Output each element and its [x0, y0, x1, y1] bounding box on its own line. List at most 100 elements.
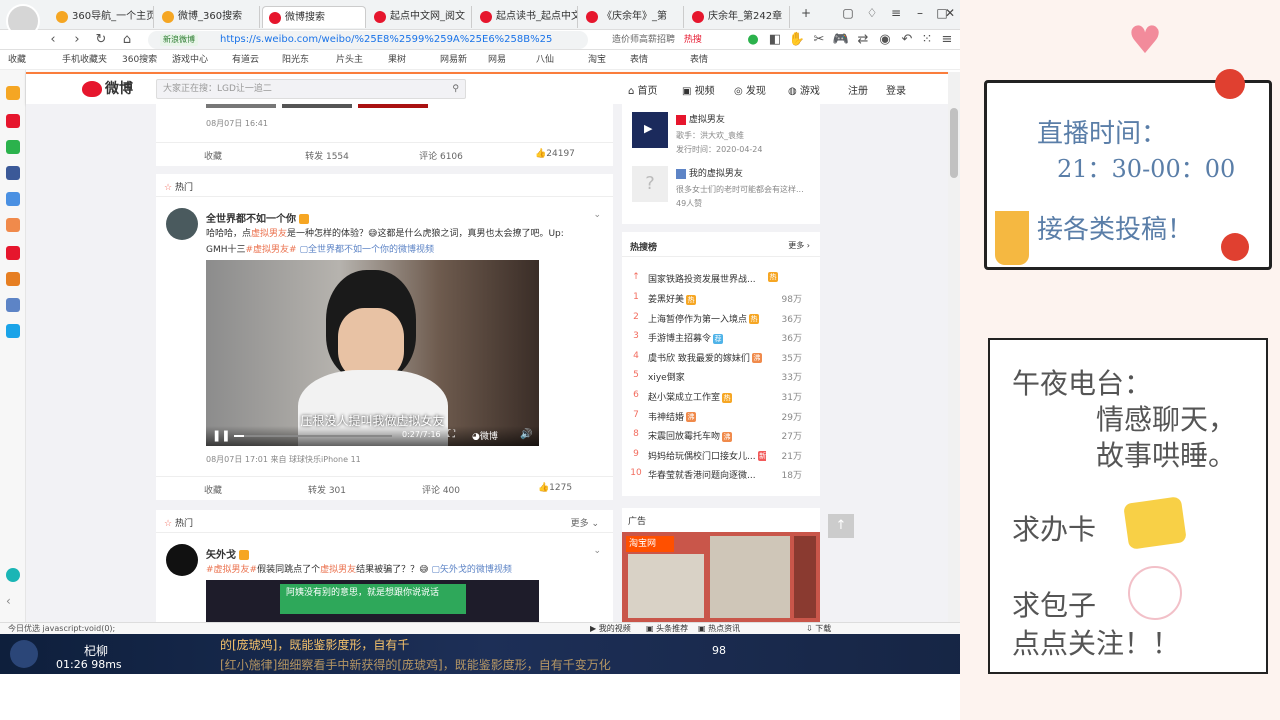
app-icon[interactable] — [6, 218, 20, 232]
collapse-icon[interactable]: ‹ — [6, 594, 20, 608]
comment-button[interactable]: 评论 6106 — [384, 149, 498, 162]
minimize-icon[interactable]: – — [910, 6, 930, 22]
tab-qidian[interactable]: 起点中文网_阅文 — [368, 6, 472, 28]
weibo-icon[interactable] — [6, 114, 20, 128]
reload-icon[interactable]: ↻ — [92, 32, 110, 48]
weibo-search-input[interactable]: 大家正在搜：LGD让一追二 ⚲ — [156, 79, 466, 99]
bookmark-item[interactable]: 阳光东 — [282, 50, 309, 70]
like-button[interactable]: 👍24197 — [498, 149, 612, 159]
bookmark-item[interactable]: 八仙 — [536, 50, 554, 70]
tab-weibo-search[interactable]: 微博搜索 — [262, 6, 366, 28]
video-thumbnail[interactable]: 阿姨没有别的意思，就是想跟你说说话 — [206, 580, 539, 622]
avatar[interactable] — [166, 208, 198, 240]
scrollbar[interactable] — [948, 72, 960, 622]
browser-search-input[interactable]: 造价师高薪招聘 热搜 — [596, 31, 736, 49]
back-icon[interactable]: ‹ — [44, 32, 62, 48]
app-icon[interactable] — [6, 246, 20, 260]
translate-icon[interactable]: ⇄ — [854, 32, 872, 48]
wechat-icon[interactable]: ● — [744, 32, 762, 48]
post-time[interactable]: 08月07日 16:41 — [206, 118, 268, 129]
user-icon[interactable]: ◉ — [876, 32, 894, 48]
nav-game[interactable]: ◍ 游戏 — [788, 82, 820, 97]
app-icon[interactable] — [6, 272, 20, 286]
extension-icon[interactable]: ◧ — [766, 32, 784, 48]
song-cover[interactable]: ▶ — [632, 112, 668, 148]
gesture-icon[interactable]: ✋ — [788, 32, 806, 48]
hot-search-item[interactable]: 4 虞书欣 致我最爱的嫁妹们沸 35万 — [630, 347, 810, 366]
chevron-down-icon[interactable]: ⌄ — [593, 546, 601, 556]
nav-video[interactable]: ▣ 视频 — [682, 82, 715, 97]
hot-search-item[interactable]: 7 韦神结婚沸 29万 — [630, 406, 810, 425]
star-icon[interactable] — [6, 86, 20, 100]
song-title[interactable]: 虚拟男友 — [676, 112, 725, 125]
app-icon[interactable] — [6, 298, 20, 312]
bookmark-item[interactable]: 手机收藏夹 — [62, 50, 107, 70]
post-author[interactable]: 全世界都不如一个你 — [206, 210, 309, 225]
search-icon[interactable]: ⚲ — [452, 80, 459, 98]
hot-search-item[interactable]: 9 妈妈给玩偶校门口接女儿... 新 21万 — [630, 445, 810, 464]
add-circle-icon[interactable] — [6, 568, 20, 582]
hot-search-item[interactable]: 2 上海暂停作为第一入境点热 36万 — [630, 308, 810, 327]
pause-icon[interactable]: ❚❚ — [212, 429, 230, 442]
hot-search-item[interactable]: ↑ 国家铁路投资发展世界战... 热 — [630, 268, 810, 287]
tab-qingyunian[interactable]: 《庆余年》_第 — [580, 6, 684, 28]
tab-qidian-read[interactable]: 起点读书_起点中文 — [474, 6, 578, 28]
bookmark-item[interactable]: 果树 — [388, 50, 406, 70]
screenshot-icon[interactable]: ✂ — [810, 32, 828, 48]
url-input[interactable]: 新浪微博 https://s.weibo.com/weibo/%25E8%259… — [148, 31, 588, 49]
bookmark-item[interactable]: 360搜索 — [122, 50, 157, 70]
forward-icon[interactable]: › — [68, 32, 86, 48]
wechat-icon[interactable] — [6, 140, 20, 154]
hot-search-item[interactable]: 3 手游博主招募令荐 36万 — [630, 327, 810, 346]
weibo-logo[interactable]: 微博 — [82, 78, 133, 98]
apps-icon[interactable]: ⁙ — [918, 32, 936, 48]
app-icon[interactable] — [6, 192, 20, 206]
ad-banner[interactable]: 淘宝网 — [622, 532, 820, 622]
options-icon[interactable]: ≡ — [886, 6, 906, 22]
repost-button[interactable]: 转发 1554 — [270, 149, 384, 162]
hot-search-item[interactable]: 10 华春莹就香港问题向逐微... 18万 — [630, 464, 810, 483]
bookmark-item[interactable]: 有道云 — [232, 50, 259, 70]
menu-lines-icon[interactable]: ≡ — [938, 32, 956, 48]
comment-button[interactable]: 评论 400 — [384, 483, 498, 496]
hot-search-item[interactable]: 1 姜黑好美热 98万 — [630, 288, 810, 307]
tab-weibo-360search[interactable]: 微博_360搜索 — [156, 6, 260, 28]
hot-more-button[interactable]: 更多 › — [788, 240, 810, 251]
bookmark-item[interactable]: 游戏中心 — [172, 50, 208, 70]
nav-register[interactable]: 注册 — [848, 82, 868, 97]
post-image-thumb[interactable] — [358, 104, 428, 108]
menu-icon[interactable]: ▢ — [838, 6, 858, 22]
bookmark-item[interactable]: 片头主 — [336, 50, 363, 70]
close-icon[interactable]: ✕ — [940, 6, 960, 22]
more-button[interactable]: 更多 ⌄ — [571, 516, 599, 529]
app-icon[interactable] — [6, 166, 20, 180]
bookmark-item[interactable]: 表情 — [690, 50, 708, 70]
bookmark-item[interactable]: 表情 — [630, 50, 648, 70]
bookmark-item[interactable]: 网易新 — [440, 50, 467, 70]
like-button[interactable]: 👍1275 — [498, 483, 612, 493]
nav-login[interactable]: 登录 — [886, 82, 906, 97]
undo-icon[interactable]: ↶ — [898, 32, 916, 48]
scrollbar-thumb[interactable] — [950, 108, 958, 178]
post-image-thumb[interactable] — [206, 104, 276, 108]
favorite-button[interactable]: 收藏 — [156, 483, 270, 496]
hot-search-item[interactable]: 8 宋震回放霉托车吻沸 27万 — [630, 425, 810, 444]
post-author[interactable]: 矢外戈 — [206, 546, 249, 561]
topic-title[interactable]: 我的虚拟男友 — [676, 166, 743, 179]
new-tab-icon[interactable]: + — [796, 6, 816, 22]
video-link[interactable]: ▢矢外戈的微博视频 — [431, 565, 512, 575]
video-progress-bar[interactable] — [234, 435, 392, 437]
nav-home[interactable]: ⌂ 首页 — [628, 82, 658, 97]
bookmark-item[interactable]: 网易 — [488, 50, 506, 70]
bookmark-item[interactable]: 收藏 — [8, 50, 26, 70]
fullscreen-icon[interactable]: ⛶ — [448, 429, 455, 440]
bookmark-item[interactable]: 淘宝 — [588, 50, 606, 70]
hot-search-item[interactable]: 6 赵小棠成立工作室热 31万 — [630, 386, 810, 405]
video-player[interactable]: 压根没人提叫我做虚拟女友 ❚❚ 0:27/7:16 ⛶ ◕微博 🔊 — [206, 260, 539, 446]
post-image-thumb[interactable] — [282, 104, 352, 108]
video-link[interactable]: ▢全世界都不如一个你的微博视频 — [299, 245, 434, 255]
avatar[interactable] — [166, 544, 198, 576]
chevron-down-icon[interactable]: ⌄ — [593, 210, 601, 220]
volume-icon[interactable]: 🔊 — [520, 429, 532, 440]
favorite-button[interactable]: 收藏 — [156, 149, 270, 162]
